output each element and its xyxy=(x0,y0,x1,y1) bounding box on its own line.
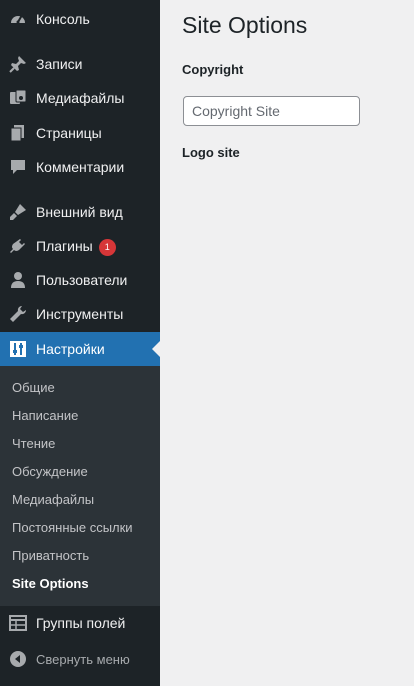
submenu-item-reading[interactable]: Чтение xyxy=(12,436,55,451)
menu-item-label: Группы полей xyxy=(36,615,126,631)
settings-submenu: Общие Написание Чтение Обсуждение Медиаф… xyxy=(0,366,160,606)
submenu-item-media[interactable]: Медиафайлы xyxy=(12,492,94,507)
pages-icon xyxy=(9,124,27,142)
menu-item-pages[interactable]: Страницы xyxy=(0,116,160,150)
collapse-menu-button[interactable]: Свернуть меню xyxy=(0,642,160,676)
menu-item-label: Плагины xyxy=(36,238,93,254)
tools-icon xyxy=(9,305,27,323)
comments-icon xyxy=(9,158,27,176)
menu-item-dashboard[interactable]: Консоль xyxy=(0,2,160,36)
submenu-item-permalinks[interactable]: Постоянные ссылки xyxy=(12,520,133,535)
pin-icon xyxy=(9,55,27,73)
menu-item-settings[interactable]: Настройки xyxy=(0,332,160,366)
submenu-item-site-options[interactable]: Site Options xyxy=(12,576,89,591)
collapse-arrow-icon xyxy=(10,651,26,670)
menu-item-label: Инструменты xyxy=(36,306,124,322)
dashboard-icon xyxy=(9,10,27,28)
menu-item-label: Настройки xyxy=(36,341,105,357)
menu-item-label: Внешний вид xyxy=(36,204,123,220)
menu-item-plugins[interactable]: Плагины 1 xyxy=(0,229,160,263)
page-title: Site Options xyxy=(182,12,308,38)
users-icon xyxy=(9,271,27,289)
main-content: Site Options Copyright Logo site xyxy=(160,0,414,686)
copyright-input[interactable] xyxy=(183,96,360,126)
logo-site-label: Logo site xyxy=(182,145,240,160)
plugins-icon xyxy=(9,237,27,255)
menu-item-field-groups[interactable]: Группы полей xyxy=(0,606,160,640)
menu-item-label: Медиафайлы xyxy=(36,90,125,106)
submenu-item-privacy[interactable]: Приватность xyxy=(12,548,89,563)
submenu-item-general[interactable]: Общие xyxy=(12,380,55,395)
appearance-icon xyxy=(9,203,27,221)
menu-item-posts[interactable]: Записи xyxy=(0,47,160,81)
menu-item-label: Страницы xyxy=(36,125,102,141)
menu-item-label: Комментарии xyxy=(36,159,125,175)
submenu-item-discussion[interactable]: Обсуждение xyxy=(12,464,88,479)
menu-item-tools[interactable]: Инструменты xyxy=(0,297,160,331)
copyright-label: Copyright xyxy=(182,62,244,77)
collapse-menu-label: Свернуть меню xyxy=(36,652,130,667)
update-count-badge: 1 xyxy=(98,239,116,256)
field-groups-icon xyxy=(9,614,27,632)
menu-item-label: Пользователи xyxy=(36,272,128,288)
admin-sidebar: Консоль Записи Медиафайлы Страницы Комме… xyxy=(0,0,160,686)
menu-item-appearance[interactable]: Внешний вид xyxy=(0,195,160,229)
menu-item-users[interactable]: Пользователи xyxy=(0,263,160,297)
menu-item-label: Записи xyxy=(36,56,83,72)
submenu-item-writing[interactable]: Написание xyxy=(12,408,78,423)
settings-icon xyxy=(9,340,27,358)
menu-item-media[interactable]: Медиафайлы xyxy=(0,81,160,115)
menu-item-comments[interactable]: Комментарии xyxy=(0,150,160,184)
media-icon xyxy=(9,89,27,107)
menu-item-label: Консоль xyxy=(36,11,90,27)
current-menu-arrow xyxy=(152,341,160,357)
